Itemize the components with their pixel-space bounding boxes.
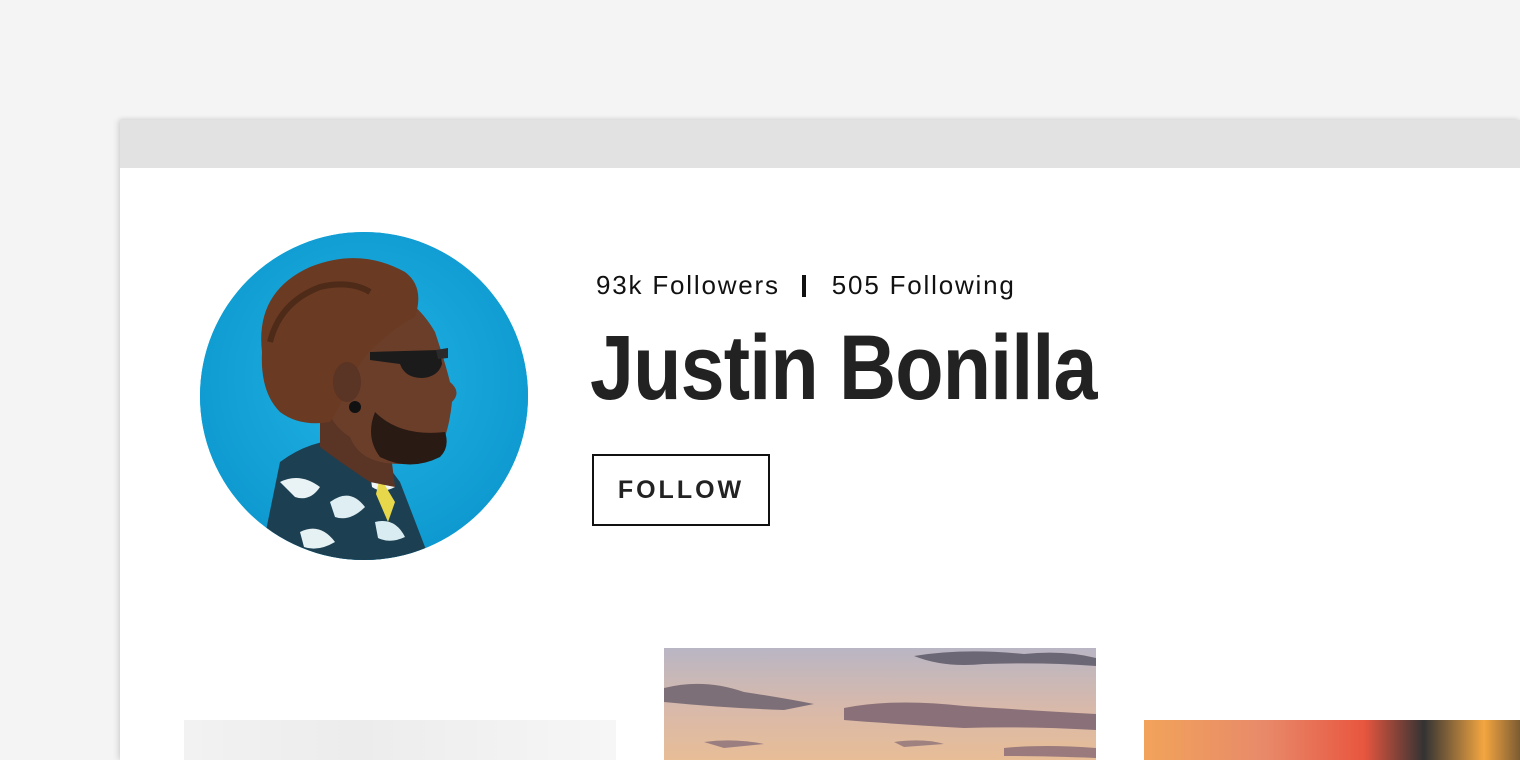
profile-name: Justin Bonilla — [590, 317, 1098, 419]
following-count[interactable]: 505 Following — [832, 270, 1016, 301]
stats-divider — [801, 274, 806, 297]
gallery-image[interactable] — [664, 648, 1096, 760]
followers-count[interactable]: 93k Followers — [596, 270, 780, 301]
avatar-portrait — [200, 232, 528, 560]
profile-avatar — [200, 232, 528, 560]
profile-stats: 93k Followers 505 Following — [596, 270, 1016, 301]
gallery-image[interactable] — [1144, 720, 1520, 760]
gallery-image[interactable] — [184, 720, 616, 760]
sunset-clouds-image — [664, 651, 1096, 758]
profile-window: 93k Followers 505 Following Justin Bonil… — [120, 120, 1520, 760]
window-titlebar — [120, 120, 1520, 168]
follow-button[interactable]: FOLLOW — [592, 454, 770, 526]
